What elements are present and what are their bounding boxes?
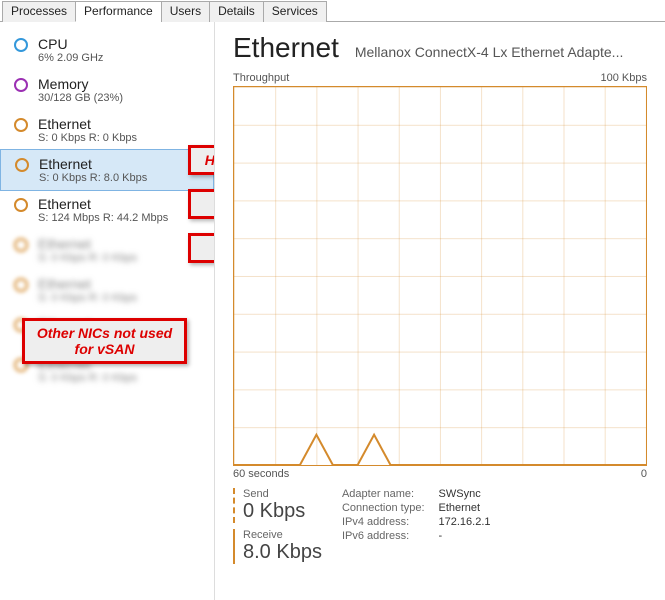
chart-top-left-label: Throughput: [233, 72, 289, 84]
send-label: Send: [243, 488, 322, 500]
sidebar-item-ethernet-1[interactable]: Ethernet S: 0 Kbps R: 8.0 Kbps: [0, 149, 214, 191]
chart-top-right-label: 100 Kbps: [601, 72, 647, 84]
sidebar-item-sub: S: 0 Kbps R: 0 Kbps: [38, 372, 137, 384]
sidebar-item-label: Ethernet: [38, 116, 137, 132]
sidebar-item-sub: S: 0 Kbps R: 0 Kbps: [38, 292, 137, 304]
circle-icon: [14, 238, 28, 252]
main-area: CPU 6% 2.09 GHz Memory 30/128 GB (23%) E…: [0, 22, 665, 600]
sidebar-item-cpu[interactable]: CPU 6% 2.09 GHz: [0, 30, 214, 70]
send-value: 0 Kbps: [243, 500, 322, 523]
prop-value: 172.16.2.1: [439, 516, 491, 528]
sidebar-item-sub: S: 0 Kbps R: 0 Kbps: [38, 132, 137, 144]
sidebar-item-label: Ethernet: [38, 236, 137, 252]
receive-stat: Receive 8.0 Kbps: [233, 529, 322, 564]
sidebar-item-ethernet-4[interactable]: Ethernet S: 0 Kbps R: 0 Kbps: [0, 270, 214, 310]
adapter-model: Mellanox ConnectX-4 Lx Ethernet Adapte..…: [355, 44, 647, 60]
sidebar-item-sub: S: 0 Kbps R: 8.0 Kbps: [39, 172, 147, 184]
sidebar-item-label: Memory: [38, 76, 123, 92]
sidebar-item-label: Ethernet: [38, 196, 168, 212]
prop-value: Ethernet: [439, 502, 491, 514]
receive-value: 8.0 Kbps: [243, 541, 322, 564]
prop-value: SWSync: [439, 488, 491, 500]
sidebar-item-memory[interactable]: Memory 30/128 GB (23%): [0, 70, 214, 110]
sidebar: CPU 6% 2.09 GHz Memory 30/128 GB (23%) E…: [0, 22, 215, 600]
annotation-sync: Sync: [188, 189, 215, 219]
circle-icon: [14, 38, 28, 52]
tab-details[interactable]: Details: [209, 1, 264, 22]
sidebar-item-label: Ethernet: [39, 156, 147, 172]
sidebar-item-label: Ethernet: [38, 276, 137, 292]
sidebar-item-ethernet-0[interactable]: Ethernet S: 0 Kbps R: 0 Kbps: [0, 110, 214, 150]
chart-bottom-left-label: 60 seconds: [233, 468, 289, 480]
sidebar-item-ethernet-2[interactable]: Ethernet S: 124 Mbps R: 44.2 Mbps: [0, 190, 214, 230]
sidebar-item-sub: 6% 2.09 GHz: [38, 52, 103, 64]
circle-icon: [14, 278, 28, 292]
prop-label: Adapter name:: [342, 488, 425, 500]
receive-label: Receive: [243, 529, 322, 541]
tab-performance[interactable]: Performance: [75, 1, 162, 22]
send-stat: Send 0 Kbps: [233, 488, 322, 523]
annotation-iscsi: iSCSI: [188, 233, 215, 263]
chart-bottom-right-label: 0: [641, 468, 647, 480]
prop-value: -: [439, 530, 491, 542]
sidebar-item-sub: S: 124 Mbps R: 44.2 Mbps: [38, 212, 168, 224]
tab-users[interactable]: Users: [161, 1, 210, 22]
page-title: Ethernet: [233, 32, 339, 64]
annotation-other-nics: Other NICs not used for vSAN: [22, 318, 187, 364]
tab-services[interactable]: Services: [263, 1, 327, 22]
sidebar-item-sub: 30/128 GB (23%): [38, 92, 123, 104]
circle-icon: [14, 118, 28, 132]
sidebar-item-ethernet-3[interactable]: Ethernet S: 0 Kbps R: 0 Kbps: [0, 230, 214, 270]
circle-icon: [14, 78, 28, 92]
adapter-properties: Adapter name: SWSync Connection type: Et…: [342, 488, 491, 564]
tab-bar: Processes Performance Users Details Serv…: [0, 0, 665, 22]
prop-label: Connection type:: [342, 502, 425, 514]
detail-pane: Ethernet Mellanox ConnectX-4 Lx Ethernet…: [215, 22, 665, 600]
circle-icon: [15, 158, 29, 172]
circle-icon: [14, 198, 28, 212]
sidebar-item-label: CPU: [38, 36, 103, 52]
throughput-chart: [233, 86, 647, 466]
tab-processes[interactable]: Processes: [2, 1, 76, 22]
sidebar-item-sub: S: 0 Kbps R: 0 Kbps: [38, 252, 137, 264]
prop-label: IPv6 address:: [342, 530, 425, 542]
prop-label: IPv4 address:: [342, 516, 425, 528]
annotation-heartbeat: Heartbeat: [188, 145, 215, 175]
